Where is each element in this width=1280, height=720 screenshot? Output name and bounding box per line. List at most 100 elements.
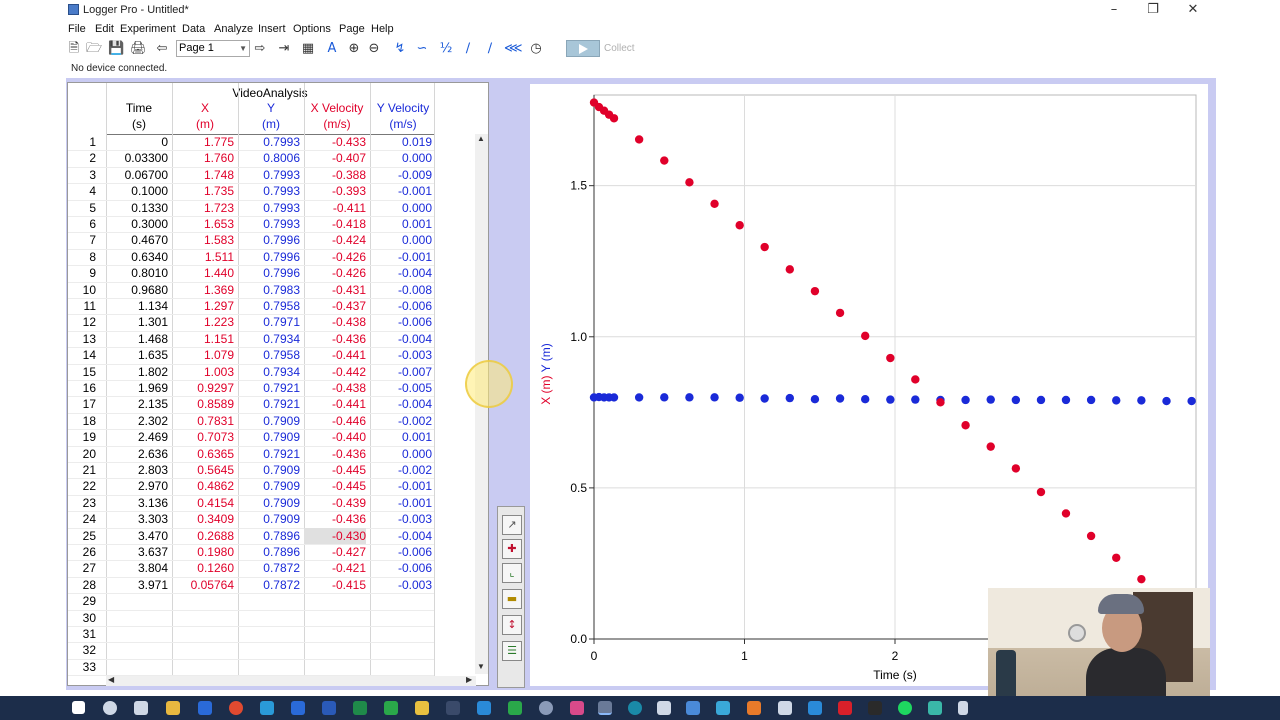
table-cell[interactable]: 1.003 — [172, 364, 234, 380]
table-cell[interactable]: -0.441 — [304, 347, 366, 363]
table-cell[interactable]: 0.03300 — [106, 150, 168, 166]
row-number[interactable]: 11 — [68, 298, 96, 314]
data-point-x[interactable] — [660, 156, 669, 165]
table-cell[interactable]: 0.7993 — [238, 200, 300, 216]
logger-pro-taskbar-icon[interactable] — [598, 701, 612, 715]
column-header-y[interactable]: Y (m) — [238, 100, 304, 132]
table-cell[interactable]: -0.001 — [370, 478, 432, 494]
table-cell[interactable]: -0.003 — [370, 511, 432, 527]
taskbar-app-icon[interactable] — [198, 701, 212, 715]
taskbar-app-icon[interactable] — [657, 701, 671, 715]
table-cell[interactable]: 0.6365 — [172, 446, 234, 462]
taskbar-app-icon[interactable] — [838, 701, 852, 715]
taskbar-app-store-icon[interactable] — [166, 701, 180, 715]
table-cell[interactable]: 3.637 — [106, 544, 168, 560]
data-point-y[interactable] — [835, 394, 845, 403]
minimize-icon[interactable]: – — [1104, 2, 1124, 18]
row-number[interactable]: 4 — [68, 183, 96, 199]
table-cell[interactable]: -0.445 — [304, 478, 366, 494]
table-cell[interactable]: -0.439 — [304, 495, 366, 511]
windows-start-icon[interactable] — [72, 701, 85, 714]
table-cell[interactable]: 1.151 — [172, 331, 234, 347]
data-point-x[interactable] — [685, 178, 694, 187]
table-cell[interactable]: 0.7921 — [238, 380, 300, 396]
table-cell[interactable]: 1.748 — [172, 167, 234, 183]
data-point-y[interactable] — [1162, 396, 1171, 406]
table-cell[interactable]: 1.079 — [172, 347, 234, 363]
table-cell[interactable]: 0.3409 — [172, 511, 234, 527]
table-cell[interactable]: -0.009 — [370, 167, 432, 183]
save-icon[interactable]: 💾 — [108, 41, 124, 57]
table-cell[interactable]: 0.000 — [370, 446, 432, 462]
data-point-x[interactable] — [609, 114, 619, 123]
set-origin-icon[interactable]: ⌞ — [502, 563, 522, 583]
word-icon[interactable] — [322, 701, 336, 715]
table-cell[interactable]: 2.302 — [106, 413, 168, 429]
data-point-y[interactable] — [1137, 396, 1146, 405]
table-cell[interactable]: -0.006 — [370, 314, 432, 330]
table-cell[interactable]: -0.001 — [370, 249, 432, 265]
zoom-out-icon[interactable]: ⊖ — [366, 41, 382, 57]
taskbar-app-icon[interactable] — [778, 701, 792, 715]
data-point-x[interactable] — [936, 398, 945, 407]
column-header-x[interactable]: X (m) — [172, 100, 238, 132]
table-cell[interactable]: -0.004 — [370, 331, 432, 347]
row-number[interactable]: 25 — [68, 528, 96, 544]
table-cell[interactable]: 0.019 — [370, 134, 432, 150]
data-point-x[interactable] — [760, 242, 769, 252]
collect-button[interactable] — [566, 40, 600, 57]
table-cell[interactable]: 0.8589 — [172, 396, 234, 412]
table-cell[interactable]: 3.470 — [106, 528, 168, 544]
table-cell[interactable]: 0.7921 — [238, 446, 300, 462]
scroll-up-icon[interactable]: ▲ — [477, 134, 485, 143]
row-number[interactable]: 29 — [68, 593, 96, 609]
table-cell[interactable]: 0.7909 — [238, 511, 300, 527]
row-number[interactable]: 31 — [68, 626, 96, 642]
table-cell[interactable]: 0.4670 — [106, 232, 168, 248]
table-cell[interactable]: 2.803 — [106, 462, 168, 478]
table-cell[interactable]: 3.971 — [106, 577, 168, 593]
data-point-y[interactable] — [861, 395, 870, 404]
table-cell[interactable]: -0.441 — [304, 396, 366, 412]
data-table[interactable]: VideoAnalysis Time (s) X (m) Y (m) X Velocity (… — [67, 82, 489, 686]
table-cell[interactable]: 0.7921 — [238, 396, 300, 412]
search-icon[interactable] — [103, 701, 117, 715]
menu-page[interactable]: Page — [339, 23, 365, 35]
row-number[interactable]: 28 — [68, 577, 96, 593]
data-point-y[interactable] — [710, 393, 719, 402]
back-icon[interactable]: ⇦ — [154, 41, 170, 57]
table-cell[interactable]: 0.06700 — [106, 167, 168, 183]
table-cell[interactable]: -0.005 — [370, 380, 432, 396]
data-point-y[interactable] — [685, 393, 694, 402]
table-cell[interactable]: -0.008 — [370, 282, 432, 298]
menu-options[interactable]: Options — [293, 23, 331, 35]
row-number[interactable]: 8 — [68, 249, 96, 265]
row-number[interactable]: 7 — [68, 232, 96, 248]
table-cell[interactable]: 1.134 — [106, 298, 168, 314]
table-cell[interactable]: -0.006 — [370, 298, 432, 314]
data-point-x[interactable] — [1112, 553, 1121, 562]
taskbar-app-icon[interactable] — [716, 701, 730, 715]
autoscale-icon[interactable]: A — [324, 41, 340, 57]
table-cell[interactable]: 0.7909 — [238, 429, 300, 445]
data-point-x[interactable] — [710, 199, 719, 208]
data-point-x[interactable] — [735, 221, 744, 230]
table-cell[interactable]: -0.436 — [304, 511, 366, 527]
restore-icon[interactable]: ❐ — [1143, 2, 1163, 18]
column-header-time[interactable]: Time (s) — [106, 100, 172, 132]
table-cell[interactable]: 0.7958 — [238, 347, 300, 363]
table-cell[interactable]: 1.635 — [106, 347, 168, 363]
data-point-y[interactable] — [1187, 396, 1196, 406]
table-cell[interactable]: -0.415 — [304, 577, 366, 593]
data-point-x[interactable] — [1061, 509, 1071, 518]
table-cell[interactable]: 1.802 — [106, 364, 168, 380]
row-number[interactable]: 19 — [68, 429, 96, 445]
table-cell[interactable]: 0.7896 — [238, 528, 300, 544]
data-point-y[interactable] — [1086, 395, 1096, 405]
table-cell[interactable]: 1.735 — [172, 183, 234, 199]
table-cell[interactable]: 1.301 — [106, 314, 168, 330]
table-cell[interactable]: 0.2688 — [172, 528, 234, 544]
data-point-x[interactable] — [1011, 464, 1021, 473]
table-cell[interactable]: 0.7993 — [238, 216, 300, 232]
table-cell[interactable]: 0 — [106, 134, 168, 150]
